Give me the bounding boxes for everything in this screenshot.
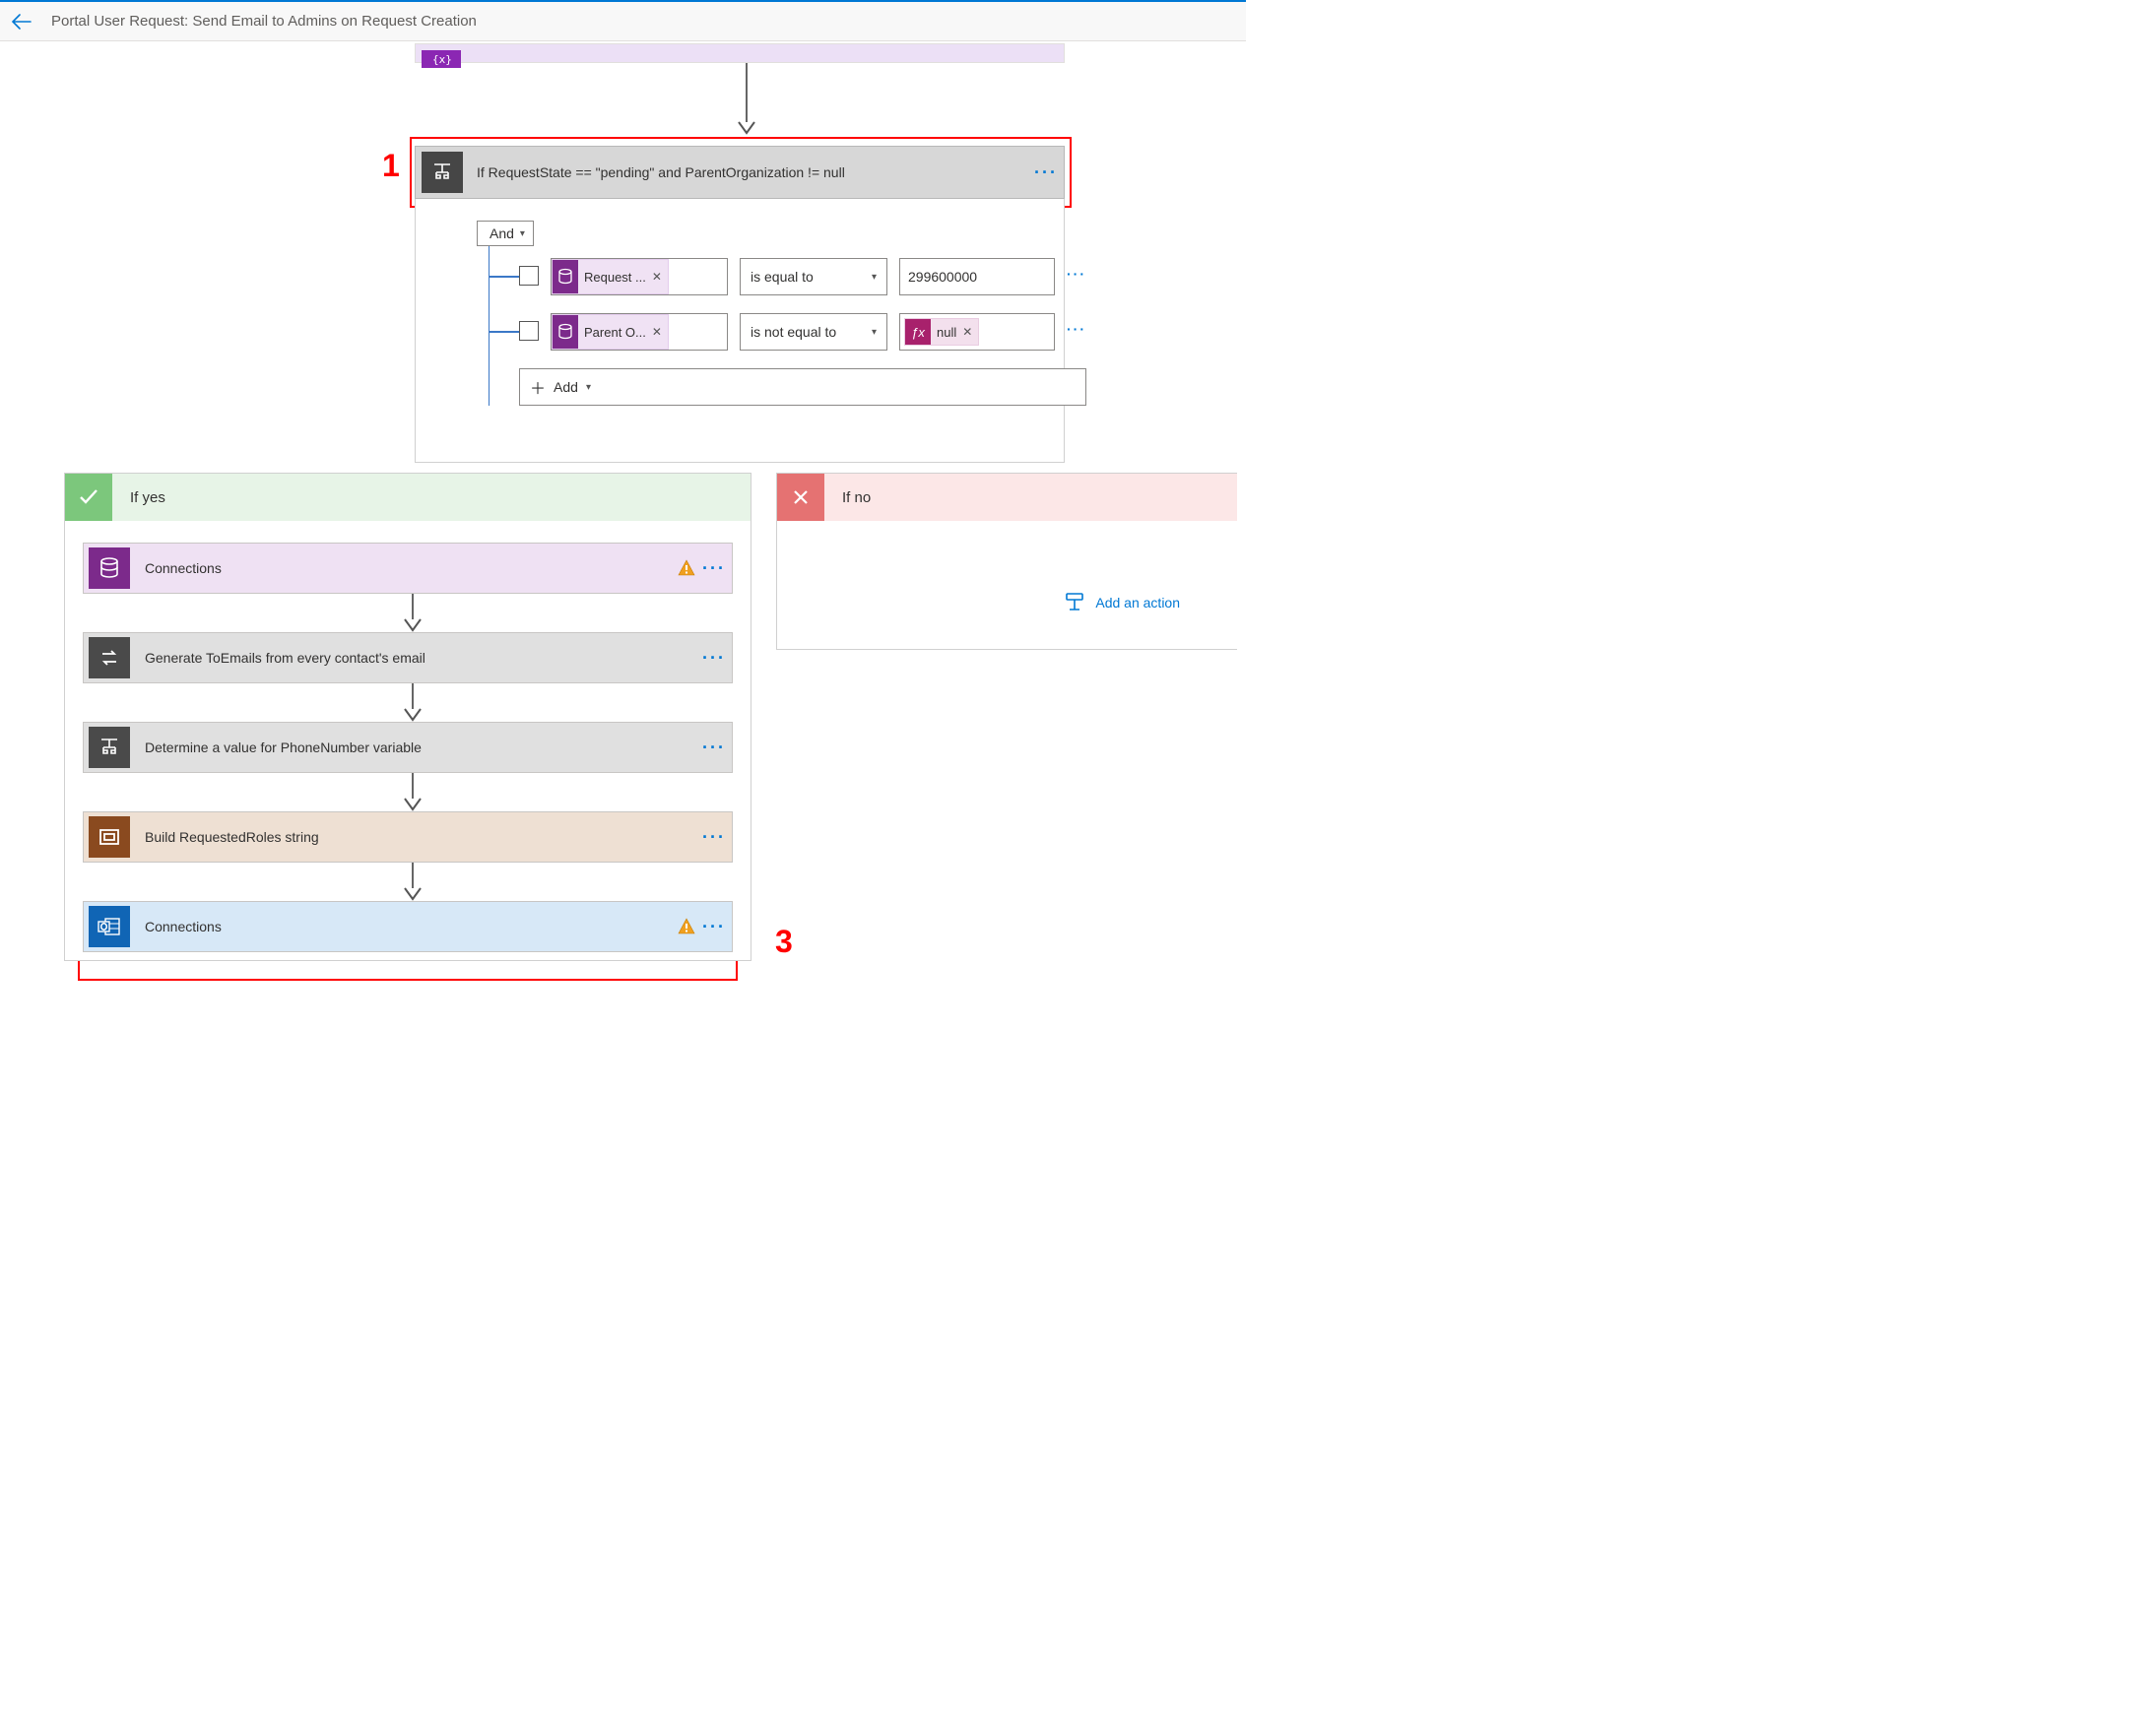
- top-bar: Portal User Request: Send Email to Admin…: [0, 0, 1246, 41]
- group-operator-label: And: [490, 225, 514, 241]
- action-card-connections[interactable]: Connections ···: [83, 543, 733, 594]
- add-label: Add: [554, 379, 578, 395]
- row-menu-icon[interactable]: ···: [1067, 321, 1086, 337]
- truncated-action-card[interactable]: {x}: [415, 43, 1065, 63]
- back-arrow-icon[interactable]: [12, 14, 32, 30]
- add-action-button[interactable]: Add an action: [795, 592, 1219, 613]
- fx-icon: ƒx: [905, 319, 931, 345]
- operator-label: is equal to: [751, 269, 814, 285]
- chevron-down-icon: ▾: [520, 228, 525, 239]
- action-menu-icon[interactable]: ···: [702, 827, 732, 848]
- condition-icon: [422, 152, 463, 193]
- add-action-label: Add an action: [1095, 595, 1180, 610]
- action-menu-icon[interactable]: ···: [702, 558, 732, 579]
- action-menu-icon[interactable]: ···: [702, 648, 732, 669]
- condition-icon: [89, 727, 130, 768]
- action-title: Connections: [135, 919, 677, 934]
- loop-icon: [89, 637, 130, 678]
- if-no-branch: If no Add an action: [776, 473, 1237, 650]
- condition-body: And ▾ Request ... ✕: [415, 199, 1065, 463]
- action-title: Connections: [135, 560, 677, 576]
- value-text: 299600000: [908, 269, 977, 285]
- condition-title: If RequestState == "pending" and ParentO…: [469, 164, 1034, 180]
- action-menu-icon[interactable]: ···: [702, 738, 732, 758]
- add-action-icon: [1064, 592, 1085, 613]
- action-title: Generate ToEmails from every contact's e…: [135, 650, 702, 666]
- token-label: Request ...: [584, 270, 646, 285]
- warning-icon: [677, 558, 696, 578]
- if-yes-header: If yes: [65, 474, 751, 521]
- operator-dropdown[interactable]: is equal to ▾: [740, 258, 887, 295]
- remove-token-icon[interactable]: ✕: [652, 325, 662, 339]
- chevron-down-icon: ▾: [872, 327, 877, 338]
- left-operand-field[interactable]: Parent O... ✕: [551, 313, 728, 351]
- condition-menu-icon[interactable]: ···: [1034, 162, 1064, 183]
- condition-row: Parent O... ✕ is not equal to ▾ ƒx null …: [519, 313, 1086, 351]
- outlook-icon: [89, 906, 130, 947]
- action-title: Build RequestedRoles string: [135, 829, 702, 845]
- arrow-down-icon: [738, 121, 755, 135]
- annotation-3: 3: [775, 924, 793, 960]
- group-operator-dropdown[interactable]: And ▾: [477, 221, 534, 246]
- chevron-down-icon: ▾: [586, 382, 591, 393]
- remove-token-icon[interactable]: ✕: [652, 270, 662, 284]
- if-yes-branch: If yes Connections ···: [64, 473, 751, 961]
- dataverse-icon: [553, 315, 578, 349]
- condition-row: Request ... ✕ is equal to ▾ 299600000 ··…: [519, 258, 1086, 295]
- dataverse-icon: [553, 260, 578, 293]
- container-icon: [89, 816, 130, 858]
- value-field[interactable]: 299600000: [899, 258, 1055, 295]
- token-label: Parent O...: [584, 325, 646, 340]
- warning-icon: [677, 917, 696, 936]
- if-no-label: If no: [824, 489, 871, 506]
- operator-label: is not equal to: [751, 324, 836, 340]
- annotation-1: 1: [382, 148, 400, 184]
- action-card-phone-number[interactable]: Determine a value for PhoneNumber variab…: [83, 722, 733, 773]
- action-title: Determine a value for PhoneNumber variab…: [135, 739, 702, 755]
- action-card-build-roles[interactable]: Build RequestedRoles string ···: [83, 811, 733, 863]
- row-checkbox[interactable]: [519, 266, 539, 286]
- action-menu-icon[interactable]: ···: [702, 917, 732, 937]
- if-yes-label: If yes: [112, 489, 165, 506]
- action-card-generate-emails[interactable]: Generate ToEmails from every contact's e…: [83, 632, 733, 683]
- if-no-header: If no: [777, 474, 1237, 521]
- chevron-down-icon: ▾: [872, 272, 877, 283]
- dataverse-icon: [89, 547, 130, 589]
- condition-card[interactable]: If RequestState == "pending" and ParentO…: [415, 146, 1065, 199]
- add-condition-button[interactable]: ＋ Add ▾: [519, 368, 1086, 406]
- token-label: null: [937, 325, 956, 340]
- row-menu-icon[interactable]: ···: [1067, 266, 1086, 282]
- action-card-connections-outlook[interactable]: Connections ···: [83, 901, 733, 952]
- plus-icon: ＋: [530, 375, 546, 399]
- variable-icon: {x}: [422, 50, 461, 68]
- check-icon: [65, 474, 112, 521]
- page-title: Portal User Request: Send Email to Admin…: [51, 13, 477, 30]
- operator-dropdown[interactable]: is not equal to ▾: [740, 313, 887, 351]
- value-field[interactable]: ƒx null ✕: [899, 313, 1055, 351]
- remove-token-icon[interactable]: ✕: [962, 325, 972, 339]
- row-checkbox[interactable]: [519, 321, 539, 341]
- close-icon: [777, 474, 824, 521]
- left-operand-field[interactable]: Request ... ✕: [551, 258, 728, 295]
- svg-text:{x}: {x}: [432, 53, 451, 66]
